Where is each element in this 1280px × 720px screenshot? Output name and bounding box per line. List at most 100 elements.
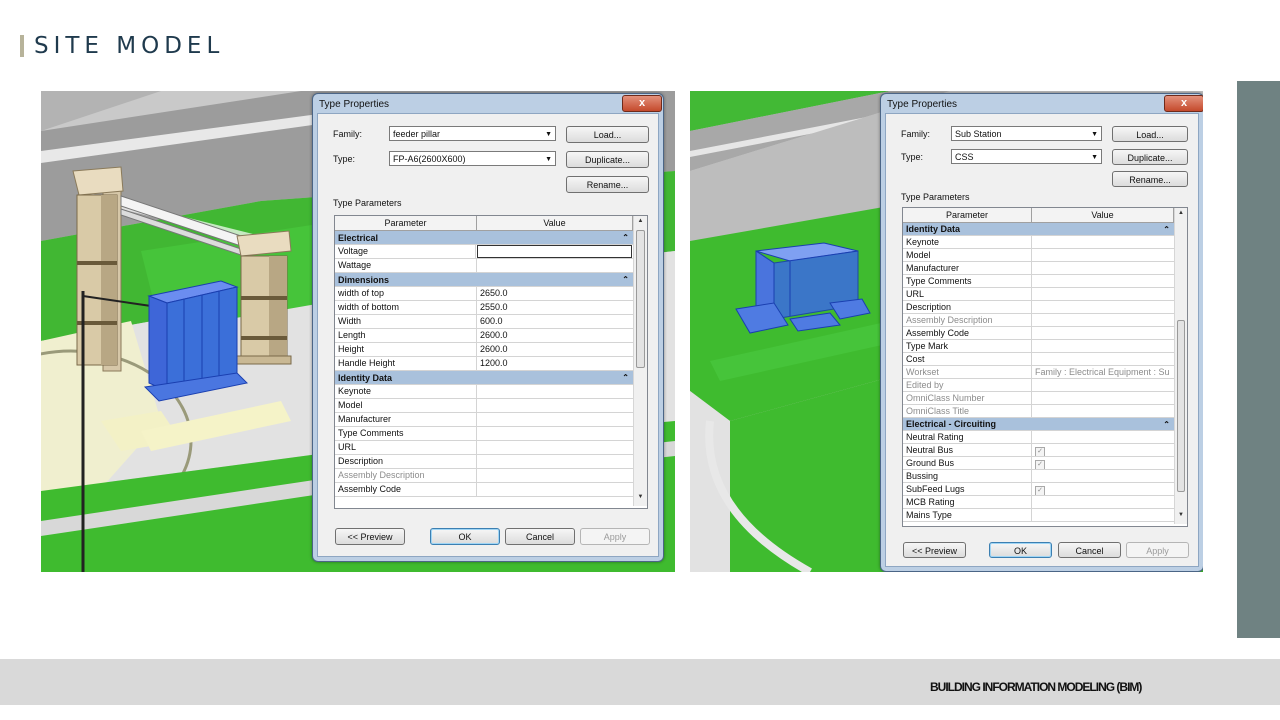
parameter-value[interactable]: Family : Electrical Equipment : Su [1032,366,1174,378]
parameter-value[interactable]: 2600.0 [477,343,633,356]
collapse-icon[interactable]: ⌃ [622,273,629,287]
type-dropdown[interactable]: FP-A6(2600X600) ▼ [389,151,556,166]
parameter-value[interactable] [1032,392,1174,404]
parameter-value[interactable] [1032,353,1174,365]
parameter-value[interactable] [1032,301,1174,313]
parameter-row[interactable]: Bussing [903,470,1174,483]
parameter-row[interactable]: Keynote [335,385,633,399]
parameter-value[interactable] [1032,431,1174,443]
parameter-value[interactable] [477,455,633,468]
apply-button[interactable]: Apply [580,528,650,545]
parameter-row[interactable]: SubFeed Lugs ✓ [903,483,1174,496]
parameter-value[interactable] [1032,249,1174,261]
cancel-button[interactable]: Cancel [505,528,575,545]
parameter-value[interactable] [1032,236,1174,248]
apply-button[interactable]: Apply [1126,542,1189,558]
column-header-parameter[interactable]: Parameter [903,208,1032,222]
parameter-value[interactable] [1032,275,1174,287]
parameter-value[interactable] [1032,327,1174,339]
scroll-down-icon[interactable]: ▼ [634,494,647,504]
parameter-row[interactable]: Type Comments [903,275,1174,288]
parameter-value[interactable] [1032,262,1174,274]
parameter-value[interactable] [477,385,633,398]
parameter-value[interactable] [477,483,633,496]
collapse-icon[interactable]: ⌃ [1163,223,1170,236]
parameter-value[interactable] [1032,405,1174,417]
checkbox[interactable]: ✓ [1035,447,1045,456]
scroll-thumb[interactable] [1177,320,1185,492]
parameter-value[interactable] [1032,470,1174,482]
grid-scrollbar[interactable]: ▲ ▼ [1174,208,1187,524]
collapse-icon[interactable]: ⌃ [1163,418,1170,431]
parameter-row[interactable]: width of top 2650.0 [335,287,633,301]
parameter-value[interactable] [477,427,633,440]
parameter-row[interactable]: URL [903,288,1174,301]
checkbox[interactable]: ✓ [1035,486,1045,495]
rename-button[interactable]: Rename... [1112,171,1188,187]
scroll-thumb[interactable] [636,230,645,368]
parameter-row[interactable]: Type Comments [335,427,633,441]
parameter-row[interactable]: Type Mark [903,340,1174,353]
section-header[interactable]: Identity Data ⌃ [903,223,1174,236]
parameter-row[interactable]: Workset Family : Electrical Equipment : S… [903,366,1174,379]
section-header[interactable]: Electrical ⌃ [335,231,633,245]
close-button[interactable]: x [1164,95,1203,112]
parameter-row[interactable]: Keynote [903,236,1174,249]
collapse-icon[interactable]: ⌃ [622,231,629,245]
parameter-value[interactable] [477,399,633,412]
scroll-up-icon[interactable]: ▲ [634,218,647,228]
duplicate-button[interactable]: Duplicate... [1112,149,1188,165]
scroll-up-icon[interactable]: ▲ [1175,210,1187,220]
load-button[interactable]: Load... [566,126,649,143]
parameter-value[interactable] [477,469,633,482]
parameter-row[interactable]: Model [903,249,1174,262]
parameter-row[interactable]: MCB Rating [903,496,1174,509]
parameter-row[interactable]: Height 2600.0 [335,343,633,357]
family-dropdown[interactable]: Sub Station ▼ [951,126,1102,141]
parameter-value[interactable] [1032,509,1174,521]
parameter-row[interactable]: Handle Height 1200.0 [335,357,633,371]
parameter-value[interactable] [477,413,633,426]
parameter-row[interactable]: Assembly Code [903,327,1174,340]
load-button[interactable]: Load... [1112,126,1188,142]
parameter-row[interactable]: Cost [903,353,1174,366]
parameter-value[interactable]: ✓ [1032,457,1174,469]
duplicate-button[interactable]: Duplicate... [566,151,649,168]
parameter-row[interactable]: Assembly Description [335,469,633,483]
parameter-value[interactable]: ✓ [1032,483,1174,495]
parameter-value[interactable]: 1200.0 [477,357,633,370]
parameter-row[interactable]: Wattage [335,259,633,273]
parameter-value[interactable]: 2650.0 [477,287,633,300]
parameter-row[interactable]: Ground Bus ✓ [903,457,1174,470]
parameter-row[interactable]: width of bottom 2550.0 [335,301,633,315]
preview-button[interactable]: << Preview [335,528,405,545]
parameter-value[interactable] [477,245,632,258]
section-header[interactable]: Identity Data ⌃ [335,371,633,385]
parameter-row[interactable]: Length 2600.0 [335,329,633,343]
cancel-button[interactable]: Cancel [1058,542,1121,558]
parameter-row[interactable]: Mains Type [903,509,1174,522]
column-header-parameter[interactable]: Parameter [335,216,477,230]
parameter-row[interactable]: Edited by [903,379,1174,392]
type-dropdown[interactable]: CSS ▼ [951,149,1102,164]
grid-scrollbar[interactable]: ▲ ▼ [633,216,647,506]
parameter-row[interactable]: Model [335,399,633,413]
rename-button[interactable]: Rename... [566,176,649,193]
parameter-value[interactable]: ✓ [1032,444,1174,456]
collapse-icon[interactable]: ⌃ [622,371,629,385]
parameter-row[interactable]: Neutral Bus ✓ [903,444,1174,457]
scroll-down-icon[interactable]: ▼ [1175,512,1187,522]
parameter-value[interactable] [1032,496,1174,508]
parameter-value[interactable] [477,441,633,454]
column-header-value[interactable]: Value [1032,208,1174,222]
section-header[interactable]: Electrical - Circuiting ⌃ [903,418,1174,431]
parameter-row[interactable]: Manufacturer [903,262,1174,275]
parameter-value[interactable] [477,259,633,272]
parameter-row[interactable]: Description [335,455,633,469]
ok-button[interactable]: OK [989,542,1052,558]
parameter-row[interactable]: OmniClass Number [903,392,1174,405]
parameter-value[interactable]: 2550.0 [477,301,633,314]
ok-button[interactable]: OK [430,528,500,545]
close-button[interactable]: x [622,95,662,112]
checkbox[interactable]: ✓ [1035,460,1045,469]
